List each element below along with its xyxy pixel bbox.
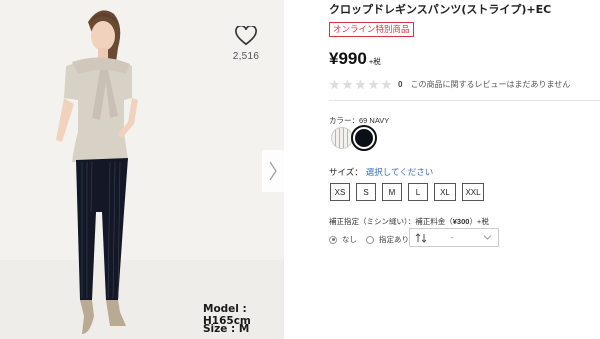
star-icon [342, 79, 353, 90]
online-exclusive-badge: オンライン特別商品 [329, 22, 414, 37]
favorite-count: 2,516 [232, 51, 260, 62]
hem-select-value: - [451, 233, 454, 242]
hem-option-none-label: なし [342, 235, 357, 244]
radio-icon [366, 235, 374, 244]
size-label-text: サイズ： [329, 167, 363, 177]
star-icon [329, 79, 340, 90]
hem-options: なし 指定あり [329, 234, 418, 245]
product-title: クロップドレギンスパンツ(ストライプ)+EC [329, 3, 552, 16]
size-button-xxl[interactable]: XXL [462, 183, 484, 201]
size-button-m[interactable]: M [382, 183, 402, 201]
product-gallery: 2,516 Model : H165cm Size : M [0, 0, 284, 339]
color-label: カラー：69 NAVY [329, 116, 390, 125]
hem-option-specify[interactable]: 指定あり [366, 234, 409, 245]
next-image-button[interactable] [262, 150, 284, 192]
size-button-s[interactable]: S [356, 183, 376, 201]
star-icon [381, 79, 392, 90]
size-button-xl[interactable]: XL [434, 183, 456, 201]
tax-label: +税 [368, 57, 381, 66]
hem-length-select[interactable]: - [409, 228, 499, 247]
size-options: XS S M L XL XXL [330, 183, 490, 201]
hem-label-prefix: 補正指定（ミシン縫い）：補正料金（ [329, 217, 453, 226]
product-detail: クロップドレギンスパンツ(ストライプ)+EC オンライン特別商品 ¥990 +税 … [329, 0, 600, 339]
size-label: サイズ： 選択してください [329, 166, 433, 178]
price-value: ¥990 [329, 49, 367, 68]
heart-icon [235, 26, 257, 46]
favorite-button[interactable]: 2,516 [222, 26, 270, 62]
size-prompt: 選択してください [365, 167, 434, 177]
chevron-right-icon [269, 161, 277, 181]
hem-fee: ¥300 [452, 217, 470, 226]
size-button-l[interactable]: L [408, 183, 428, 201]
size-button-xs[interactable]: XS [330, 183, 350, 201]
divider [329, 100, 600, 101]
color-swatch-stripe[interactable] [331, 127, 353, 149]
model-size: Size : M [203, 323, 250, 335]
sort-icon [415, 232, 427, 243]
hem-label-suffix: ）+税 [469, 217, 489, 226]
color-swatch-navy-selected[interactable] [351, 125, 377, 151]
hem-option-none[interactable]: なし [329, 234, 357, 245]
chevron-down-icon [483, 235, 492, 240]
star-icon [368, 79, 379, 90]
hem-option-specify-label: 指定あり [379, 235, 409, 244]
price: ¥990 +税 [329, 49, 381, 69]
hem-adjustment-label: 補正指定（ミシン縫い）：補正料金（¥300）+税 [329, 216, 489, 227]
radio-selected-icon [329, 235, 337, 244]
star-icon [355, 79, 366, 90]
review-message: この商品に関するレビューはまだありません [410, 80, 571, 89]
swatch-fill [355, 129, 373, 147]
rating-row[interactable]: 0 この商品に関するレビューはまだありません [329, 79, 570, 90]
review-count: 0 [398, 80, 403, 89]
